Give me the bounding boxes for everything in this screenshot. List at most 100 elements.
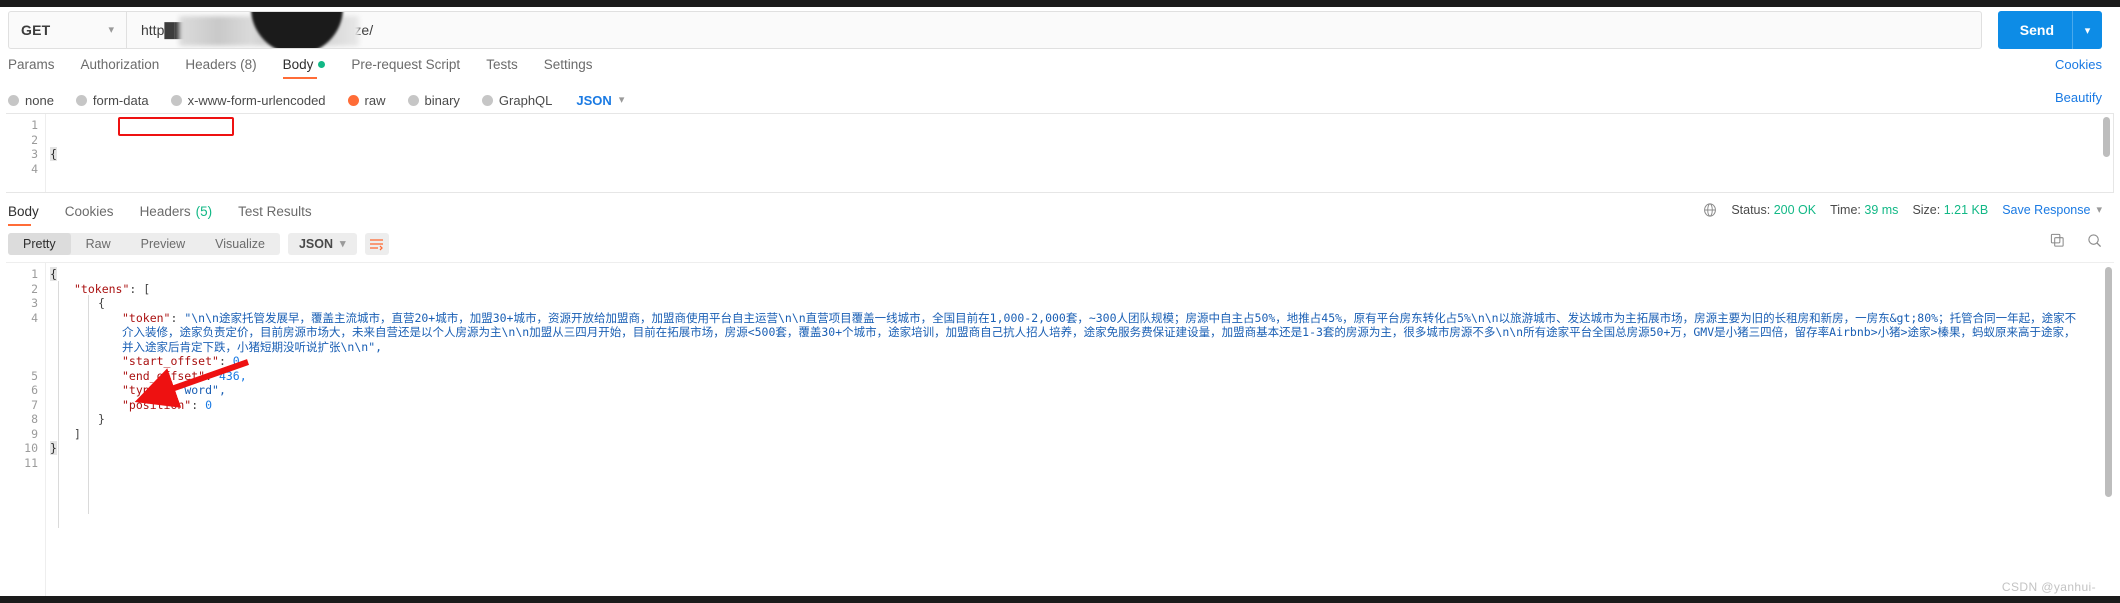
window-bottom-edge xyxy=(0,596,2120,603)
request-url-bar: GET ▾ http███████est_index_1/_analyze/ S… xyxy=(0,7,2120,53)
line-number: 1 xyxy=(31,267,38,281)
view-mode-raw[interactable]: Raw xyxy=(71,233,126,255)
json-number-value: 0, xyxy=(232,354,247,368)
json-key: "start_offset" xyxy=(122,354,219,368)
body-type-none[interactable]: none xyxy=(8,93,54,108)
code-brace: { xyxy=(50,147,57,161)
response-meta: Status: 200 OK Time: 39 ms Size: 1.21 KB… xyxy=(1703,203,2102,217)
view-mode-visualize[interactable]: Visualize xyxy=(200,233,280,255)
chevron-down-icon: ▾ xyxy=(618,93,625,106)
save-response-button[interactable]: Save Response ▾ xyxy=(2002,203,2102,217)
raw-format-label: JSON xyxy=(576,92,612,108)
tab-headers[interactable]: Headers (8) xyxy=(185,57,256,78)
response-tab-test-results[interactable]: Test Results xyxy=(238,204,312,225)
tab-headers-label: Headers (8) xyxy=(185,56,257,72)
request-body-code[interactable]: { "text" : "<ol style=><li>途家托管发展早，覆盖主流城… xyxy=(50,114,2113,192)
json-key: "text" xyxy=(50,191,92,193)
time-value: 39 ms xyxy=(1864,203,1899,217)
body-type-raw[interactable]: raw xyxy=(347,92,386,108)
code-bracket: ] xyxy=(74,426,81,441)
response-view-mode-group: Pretty Raw Preview Visualize xyxy=(8,233,280,255)
response-body-code[interactable]: { "tokens": [ { "token": "\n\n途家托管发展早，覆盖… xyxy=(50,263,2100,596)
radio-icon xyxy=(407,94,419,106)
cookies-link[interactable]: Cookies xyxy=(2055,57,2102,72)
tab-tests[interactable]: Tests xyxy=(486,57,518,78)
request-body-editor[interactable]: 1 2 3 4 { "text" : "<ol style=><li>途家托管发… xyxy=(6,113,2114,193)
beautify-link[interactable]: Beautify xyxy=(2055,90,2102,105)
save-response-label: Save Response xyxy=(2002,203,2091,217)
status-badge: 200 OK xyxy=(1773,203,1817,217)
http-method-select[interactable]: GET ▾ xyxy=(8,11,126,49)
body-type-form-data-label: form-data xyxy=(92,92,149,108)
line-number: 2 xyxy=(31,132,38,147)
body-type-binary[interactable]: binary xyxy=(407,93,460,108)
response-tab-cookies[interactable]: Cookies xyxy=(65,204,114,225)
url-input[interactable]: http███████est_index_1/_analyze/ xyxy=(126,11,1982,49)
send-button[interactable]: Send ▾ xyxy=(1997,11,2102,49)
json-punct: : [ xyxy=(129,281,151,296)
line-number: 3 xyxy=(31,147,38,161)
body-type-raw-label: raw xyxy=(364,92,386,108)
response-code-line-1: { xyxy=(50,267,2100,282)
tab-authorization[interactable]: Authorization xyxy=(81,57,160,78)
response-tab-headers-label: Headers xyxy=(139,203,191,219)
tab-settings[interactable]: Settings xyxy=(544,57,593,78)
size-value: 1.21 KB xyxy=(1943,203,1989,217)
response-action-icons xyxy=(2050,233,2102,248)
json-colon: : xyxy=(92,191,113,193)
response-editor-line-numbers: 1 2 3 4 5 6 7 8 9 10 11 xyxy=(6,263,46,596)
request-editor-scrollbar[interactable] xyxy=(2103,117,2110,157)
send-button-label: Send xyxy=(2019,22,2054,38)
time-group: Time: 39 ms xyxy=(1830,203,1898,217)
search-icon[interactable] xyxy=(2087,233,2102,248)
line-number: 3 xyxy=(31,296,38,310)
response-code-line-6: "end_offset": 436, xyxy=(122,368,247,383)
copy-icon[interactable] xyxy=(2050,233,2065,248)
body-type-urlencoded-label: x-www-form-urlencoded xyxy=(187,92,326,108)
json-string-value: "word", xyxy=(177,383,226,397)
line-number: 6 xyxy=(31,383,38,397)
response-format-select[interactable]: JSON ▾ xyxy=(287,233,357,255)
line-number: 5 xyxy=(31,368,38,383)
json-key: "tokens" xyxy=(74,281,130,296)
send-options-chevron-down-icon[interactable]: ▾ xyxy=(2072,11,2102,49)
response-tab-body[interactable]: Body xyxy=(8,204,39,226)
time-label: Time: xyxy=(1830,203,1861,217)
wrap-lines-button[interactable] xyxy=(364,233,389,255)
tab-pre-request-script[interactable]: Pre-request Script xyxy=(351,57,460,78)
view-mode-preview[interactable]: Preview xyxy=(126,233,200,255)
tab-settings-label: Settings xyxy=(543,56,593,72)
json-key: "end_offset" xyxy=(122,368,206,383)
line-number: 2 xyxy=(31,281,38,296)
tab-params[interactable]: Params xyxy=(8,57,55,78)
tab-tests-label: Tests xyxy=(486,56,518,72)
body-type-radio-group: none form-data x-www-form-urlencoded raw… xyxy=(8,88,1408,112)
tab-pre-request-script-label: Pre-request Script xyxy=(351,56,461,72)
line-number: 10 xyxy=(24,441,38,455)
wrap-lines-icon xyxy=(370,238,384,250)
chevron-down-icon: ▾ xyxy=(340,237,346,250)
json-string-highlighted: "<ol style=><li>途家 xyxy=(112,191,246,193)
line-number: 4 xyxy=(31,310,38,325)
response-body-viewer[interactable]: 1 2 3 4 5 6 7 8 9 10 11 { "tokens": [ { … xyxy=(6,262,2114,596)
body-type-graphql[interactable]: GraphQL xyxy=(481,93,552,108)
json-number-value: 436, xyxy=(218,368,247,383)
tab-body[interactable]: Body xyxy=(282,56,326,79)
body-type-urlencoded[interactable]: x-www-form-urlencoded xyxy=(170,92,326,108)
body-type-form-data[interactable]: form-data xyxy=(75,92,149,108)
response-editor-scrollbar[interactable] xyxy=(2105,267,2112,497)
line-number: 1 xyxy=(31,118,38,132)
view-mode-pretty[interactable]: Pretty xyxy=(8,233,71,255)
line-number: 4 xyxy=(31,161,38,176)
size-label: Size: xyxy=(1912,203,1941,217)
status-group: Status: 200 OK xyxy=(1731,203,1816,217)
raw-format-select[interactable]: JSON ▾ xyxy=(576,93,624,108)
response-code-line-7: "type": "word", xyxy=(122,383,226,397)
response-tab-headers[interactable]: Headers (5) xyxy=(140,204,213,225)
response-code-line-9: } xyxy=(50,412,2100,427)
line-number: 8 xyxy=(31,412,38,426)
tab-body-label: Body xyxy=(282,56,314,72)
request-tabs: Params Authorization Headers (8) Body Pr… xyxy=(0,53,2120,81)
response-code-line-8: "position": 0 xyxy=(122,397,213,412)
line-number: 7 xyxy=(31,397,38,412)
